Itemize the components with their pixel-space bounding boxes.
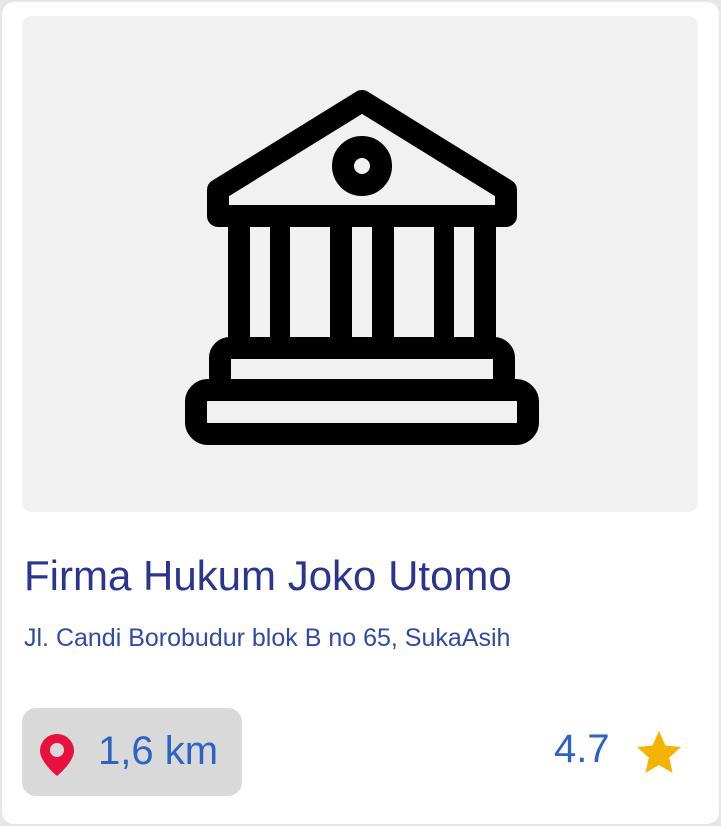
- place-address: Jl. Candi Borobudur blok B no 65, SukaAs…: [24, 624, 511, 652]
- distance-badge: 1,6 km: [22, 708, 242, 796]
- star-icon: [637, 731, 681, 773]
- rating-value: 4.7: [554, 727, 610, 771]
- place-title: Firma Hukum Joko Utomo: [24, 552, 512, 599]
- distance-value: 1,6 km: [98, 729, 219, 773]
- place-image: [22, 16, 698, 512]
- courthouse-icon: [185, 90, 539, 445]
- place-card[interactable]: Firma Hukum Joko Utomo Jl. Candi Borobud…: [2, 2, 719, 824]
- location-pin-icon: [40, 734, 74, 776]
